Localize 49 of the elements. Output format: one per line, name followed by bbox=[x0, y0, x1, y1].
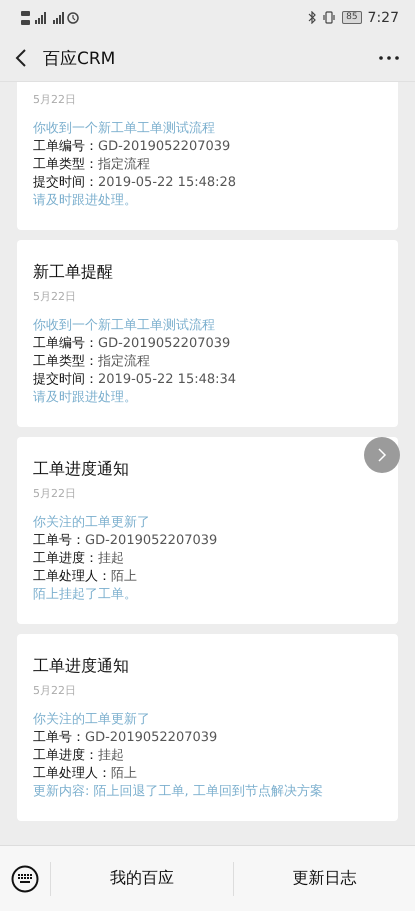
message-link[interactable]: 你关注的工单更新了 bbox=[33, 711, 150, 729]
field-value: 2019-05-22 15:48:34 bbox=[98, 372, 236, 387]
status-time: 7:27 bbox=[368, 10, 399, 26]
message-link[interactable]: 你收到一个新工单工单测试流程 bbox=[33, 120, 215, 138]
message-link[interactable]: 你关注的工单更新了 bbox=[33, 514, 150, 532]
message-link[interactable]: 请及时跟进处理。 bbox=[33, 192, 137, 210]
next-button[interactable] bbox=[364, 437, 400, 473]
bluetooth-icon bbox=[308, 11, 316, 24]
card-title: 工单进度通知 bbox=[33, 458, 130, 480]
field-value: 指定流程 bbox=[98, 157, 150, 172]
field-label: 提交时间： bbox=[33, 175, 98, 190]
field-value: GD-2019052207039 bbox=[85, 730, 218, 745]
vibrate-icon bbox=[322, 11, 336, 24]
card-date: 5月22日 bbox=[33, 486, 77, 502]
field-label: 工单进度： bbox=[33, 748, 98, 763]
keyboard-icon[interactable] bbox=[11, 864, 39, 892]
message-link[interactable]: 陌上挂起了工单。 bbox=[33, 586, 137, 604]
card-date: 5月22日 bbox=[33, 92, 77, 108]
field-label: 提交时间： bbox=[33, 372, 98, 387]
field-value: 陌上 bbox=[111, 766, 137, 781]
chevron-right-icon bbox=[377, 447, 387, 463]
field-label: 工单进度： bbox=[33, 551, 98, 566]
field-value: 2019-05-22 15:48:28 bbox=[98, 175, 236, 190]
field-label: 工单号： bbox=[33, 533, 85, 548]
back-icon[interactable] bbox=[15, 48, 27, 68]
card-date: 5月22日 bbox=[33, 683, 77, 699]
field-value: 指定流程 bbox=[98, 354, 150, 369]
field-label: 工单号： bbox=[33, 730, 85, 745]
field-value: 挂起 bbox=[98, 748, 124, 763]
message-link[interactable]: 请及时跟进处理。 bbox=[33, 389, 137, 407]
field-label: 工单编号： bbox=[33, 139, 98, 154]
field-label: 工单处理人： bbox=[33, 766, 111, 781]
card-title: 工单进度通知 bbox=[33, 655, 130, 677]
card-title: 新工单提醒 bbox=[33, 261, 114, 283]
field-label: 工单编号： bbox=[33, 336, 98, 351]
field-value: 挂起 bbox=[98, 551, 124, 566]
message-link[interactable]: 更新内容: 陌上回退了工单, 工单回到节点解决方案 bbox=[33, 783, 323, 801]
battery-icon: 85 bbox=[342, 11, 362, 24]
field-value: 陌上 bbox=[111, 569, 137, 584]
card-date: 5月22日 bbox=[33, 289, 77, 305]
page-title: 百应CRM bbox=[43, 48, 116, 70]
field-value: GD-2019052207039 bbox=[98, 336, 230, 351]
field-label: 工单类型： bbox=[33, 157, 98, 172]
field-label: 工单类型： bbox=[33, 354, 98, 369]
field-value: GD-2019052207039 bbox=[85, 533, 218, 548]
more-icon[interactable] bbox=[379, 56, 399, 60]
field-value: GD-2019052207039 bbox=[98, 139, 230, 154]
field-label: 工单处理人： bbox=[33, 569, 111, 584]
message-link[interactable]: 你收到一个新工单工单测试流程 bbox=[33, 317, 215, 335]
